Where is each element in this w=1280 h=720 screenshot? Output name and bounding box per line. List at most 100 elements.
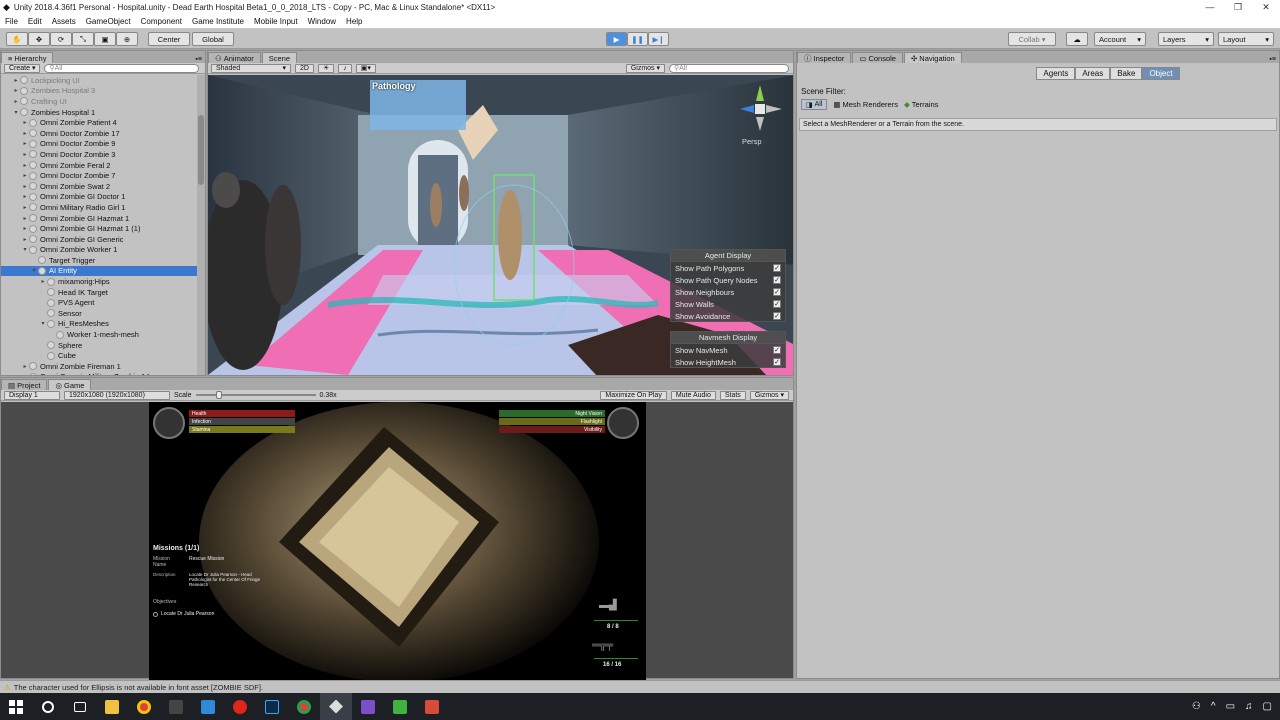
- expand-down-icon[interactable]: ▾: [21, 246, 29, 253]
- collab-button[interactable]: Collab ▾: [1008, 32, 1056, 46]
- hierarchy-item[interactable]: ▸ Omni Military Radio Girl 1: [1, 202, 197, 213]
- hierarchy-item[interactable]: Target Trigger: [1, 255, 197, 266]
- scale-slider-thumb[interactable]: [215, 391, 222, 399]
- mail-icon[interactable]: [192, 693, 224, 720]
- overlay-option-row[interactable]: Show NavMesh ✓: [671, 344, 785, 356]
- visual-studio-icon[interactable]: [352, 693, 384, 720]
- overlay-option-row[interactable]: Show Path Polygons ✓: [671, 262, 785, 274]
- scene-search-input[interactable]: ⚲ All: [669, 63, 789, 73]
- overlay-option-row[interactable]: Show HeightMesh ✓: [671, 356, 785, 368]
- overlay-option-row[interactable]: Show Path Query Nodes ✓: [671, 274, 785, 286]
- move-tool-icon[interactable]: ✥: [28, 32, 50, 46]
- tab-scene[interactable]: Scene: [261, 52, 298, 63]
- hierarchy-item[interactable]: ▸ Crafting UI: [1, 96, 197, 107]
- expand-right-icon[interactable]: ▸: [21, 130, 29, 137]
- hierarchy-search-input[interactable]: ⚲ All: [44, 63, 199, 73]
- camtasia-red-icon[interactable]: [416, 693, 448, 720]
- hierarchy-item[interactable]: ▸ Lockpicking UI: [1, 75, 197, 86]
- play-button[interactable]: ▶: [606, 32, 627, 46]
- minimize-button[interactable]: —: [1196, 2, 1224, 13]
- tab-navigation[interactable]: ✣ Navigation: [903, 52, 962, 63]
- checkbox-checked-icon[interactable]: ✓: [773, 312, 781, 320]
- menu-assets[interactable]: Assets: [47, 17, 81, 26]
- task-view-icon[interactable]: [64, 693, 96, 720]
- resolution-dropdown[interactable]: 1920x1080 (1920x1080): [64, 390, 170, 400]
- tab-game[interactable]: ◎ Game: [48, 379, 92, 390]
- stats-toggle[interactable]: Stats: [719, 390, 746, 400]
- checkbox-checked-icon[interactable]: ✓: [773, 346, 781, 354]
- hierarchy-item[interactable]: ▸ Zombies Hospital 3: [1, 86, 197, 97]
- mute-audio-toggle[interactable]: Mute Audio: [670, 390, 716, 400]
- scale-slider[interactable]: [195, 391, 316, 399]
- expand-right-icon[interactable]: ▸: [21, 215, 29, 222]
- hierarchy-item[interactable]: ▸ Omni Doctor Zombie 9: [1, 139, 197, 150]
- overlay-option-row[interactable]: Show Neighbours ✓: [671, 286, 785, 298]
- expand-right-icon[interactable]: ▸: [21, 373, 29, 375]
- agents-button[interactable]: Agents: [1036, 67, 1076, 80]
- expand-right-icon[interactable]: ▸: [21, 172, 29, 179]
- checkbox-checked-icon[interactable]: ✓: [773, 264, 781, 272]
- bake-button[interactable]: Bake: [1110, 67, 1143, 80]
- unity-hub-icon[interactable]: [160, 693, 192, 720]
- hierarchy-item[interactable]: ▸ Omni Zombie Fireman 1: [1, 361, 197, 372]
- expand-right-icon[interactable]: ▸: [21, 140, 29, 147]
- pause-button[interactable]: ❚❚: [627, 32, 648, 46]
- hierarchy-item[interactable]: Cube: [1, 350, 197, 361]
- expand-right-icon[interactable]: ▸: [21, 183, 29, 190]
- hierarchy-item[interactable]: Worker 1-mesh-mesh: [1, 329, 197, 340]
- hierarchy-item[interactable]: ▸ Omni Doctor Zombie 7: [1, 170, 197, 181]
- tab-inspector[interactable]: ⓘ Inspector: [797, 52, 852, 63]
- photoshop-icon[interactable]: [256, 693, 288, 720]
- hierarchy-item[interactable]: PVS Agent: [1, 297, 197, 308]
- persp-label[interactable]: Persp: [742, 137, 762, 146]
- expand-right-icon[interactable]: ▸: [12, 98, 20, 105]
- filter-mesh-renderers-button[interactable]: ▦ Mesh Renderers: [833, 100, 898, 109]
- search-icon[interactable]: [32, 693, 64, 720]
- expand-down-icon[interactable]: ▾: [30, 267, 38, 274]
- layout-dropdown[interactable]: Layout ▾: [1218, 32, 1274, 46]
- menu-component[interactable]: Component: [136, 17, 187, 26]
- hierarchy-item[interactable]: Head IK Target: [1, 287, 197, 298]
- tab-animator[interactable]: ⚇ Animator: [208, 52, 261, 63]
- scrollbar-thumb[interactable]: [198, 115, 204, 185]
- system-tray-chevron-icon[interactable]: ^: [1211, 701, 1216, 712]
- expand-down-icon[interactable]: ▾: [12, 109, 20, 116]
- areas-button[interactable]: Areas: [1075, 67, 1111, 80]
- layers-dropdown[interactable]: Layers ▾: [1158, 32, 1214, 46]
- chrome-icon-2[interactable]: [288, 693, 320, 720]
- hierarchy-item[interactable]: ▸ mixamorig:Hips: [1, 276, 197, 287]
- tab-console[interactable]: ▭ Console: [852, 52, 903, 63]
- hierarchy-item[interactable]: ▾ AI Entity: [1, 265, 197, 277]
- file-explorer-icon[interactable]: [96, 693, 128, 720]
- windows-start-icon[interactable]: [0, 693, 32, 720]
- notifications-icon[interactable]: ▢: [1263, 701, 1272, 712]
- hierarchy-item[interactable]: ▸ Omni Zombie GI Hazmat 1 (1): [1, 223, 197, 234]
- account-dropdown[interactable]: Account ▾: [1094, 32, 1146, 46]
- panel-menu-icon[interactable]: ▪≡: [1269, 56, 1276, 63]
- menu-file[interactable]: File: [0, 17, 23, 26]
- effects-dropdown-icon[interactable]: ▣▾: [355, 63, 376, 73]
- expand-right-icon[interactable]: ▸: [21, 363, 29, 370]
- expand-right-icon[interactable]: ▸: [21, 204, 29, 211]
- hierarchy-item[interactable]: ▸ Omni Zombie GI Doctor 1: [1, 192, 197, 203]
- maximize-button[interactable]: ❐: [1224, 2, 1252, 13]
- transform-tool-icon[interactable]: ⊕: [116, 32, 138, 46]
- hierarchy-item[interactable]: Sensor: [1, 308, 197, 319]
- unity-editor-icon[interactable]: [320, 693, 352, 720]
- overlay-option-row[interactable]: Show Walls ✓: [671, 298, 785, 310]
- game-viewport[interactable]: Health Infection Stamina Night Vision Fl…: [149, 402, 646, 682]
- tab-project[interactable]: ▤ Project: [1, 379, 48, 390]
- mode-2d-toggle[interactable]: 2D: [295, 63, 314, 73]
- display-dropdown[interactable]: Display 1: [4, 390, 60, 400]
- create-dropdown[interactable]: Create ▾: [4, 63, 41, 73]
- menu-game-institute[interactable]: Game Institute: [187, 17, 249, 26]
- rotate-tool-icon[interactable]: ⟳: [50, 32, 72, 46]
- game-gizmos-dropdown[interactable]: Gizmos ▾: [749, 390, 789, 400]
- chrome-icon[interactable]: [128, 693, 160, 720]
- hierarchy-item[interactable]: Sphere: [1, 340, 197, 351]
- expand-right-icon[interactable]: ▸: [21, 236, 29, 243]
- hand-tool-icon[interactable]: ✋: [6, 32, 28, 46]
- shading-mode-dropdown[interactable]: Shaded ▾: [211, 63, 291, 73]
- volume-icon[interactable]: ♫: [1245, 701, 1253, 712]
- hierarchy-scrollbar[interactable]: [197, 75, 205, 375]
